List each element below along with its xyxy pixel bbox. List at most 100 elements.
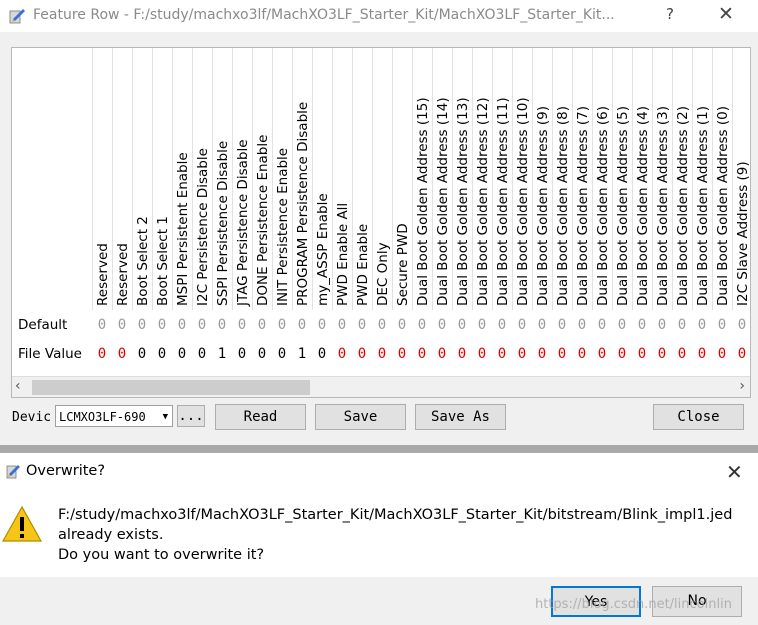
- save-as-button[interactable]: Save As: [415, 404, 506, 430]
- file-value-cell[interactable]: 0: [592, 346, 612, 362]
- file-value-cell[interactable]: 0: [252, 346, 272, 362]
- file-value-cell[interactable]: 0: [132, 346, 152, 362]
- column-header-label: Dual Boot Golden Address (11): [495, 97, 511, 306]
- app-icon: [9, 9, 25, 24]
- window-divider: [0, 445, 758, 453]
- file-value-cell[interactable]: 0: [632, 346, 652, 362]
- column-header-label: INIT Persistence Enable: [275, 147, 291, 306]
- default-cell: 0: [197, 317, 207, 333]
- column-header: Boot Select 2: [132, 48, 152, 310]
- column-header-label: Reserved: [115, 243, 131, 306]
- scroll-right-icon[interactable]: ›: [739, 378, 745, 394]
- file-value-cell[interactable]: 0: [652, 346, 672, 362]
- file-value-cell[interactable]: 0: [572, 346, 592, 362]
- file-value-cell[interactable]: 1: [212, 346, 232, 362]
- column-header-label: I2C Slave Address (9): [735, 161, 751, 306]
- column-header-label: Reserved: [95, 243, 111, 306]
- column-header: Dual Boot Golden Address (15): [412, 48, 432, 310]
- column-header-label: PWD Enable: [355, 223, 371, 306]
- dialog-message-path: F:/study/machxo3lf/MachXO3LF_Starter_Kit…: [58, 507, 733, 523]
- default-cell: 0: [377, 317, 387, 333]
- column-header-label: Boot Select 2: [135, 216, 151, 306]
- file-value-cell[interactable]: 0: [432, 346, 452, 362]
- file-value-cell[interactable]: 0: [532, 346, 552, 362]
- file-value-cell[interactable]: 0: [412, 346, 432, 362]
- read-button[interactable]: Read: [215, 404, 306, 430]
- save-button[interactable]: Save: [315, 404, 406, 430]
- file-value-cell[interactable]: 0: [172, 346, 192, 362]
- close-window-button[interactable]: ✕: [718, 3, 734, 25]
- column-header-label: Dual Boot Golden Address (0): [715, 105, 731, 306]
- file-value-cell[interactable]: 0: [552, 346, 572, 362]
- close-button[interactable]: Close: [653, 404, 744, 430]
- column-header: Reserved: [92, 48, 112, 310]
- file-value-cell[interactable]: 0: [372, 346, 392, 362]
- file-value-cell[interactable]: 1: [292, 346, 312, 362]
- file-value-cell[interactable]: 0: [352, 346, 372, 362]
- column-header-label: Dual Boot Golden Address (5): [615, 105, 631, 306]
- file-value-cell[interactable]: 0: [312, 346, 332, 362]
- overwrite-dialog: Overwrite? ✕ F:/study/machxo3lf/MachXO3L…: [0, 453, 758, 625]
- file-value-cell[interactable]: 0: [392, 346, 412, 362]
- file-value-cell[interactable]: 0: [692, 346, 712, 362]
- default-cell: 0: [137, 317, 147, 333]
- file-value-cell[interactable]: 0: [112, 346, 132, 362]
- file-value-cell[interactable]: 0: [512, 346, 532, 362]
- browse-button[interactable]: ...: [177, 405, 205, 427]
- default-cell: 0: [677, 317, 687, 333]
- help-button[interactable]: ?: [666, 5, 674, 23]
- feature-grid[interactable]: Reserved Reserved Boot Select 2 Boot Select…: [11, 47, 751, 398]
- column-header: Dual Boot Golden Address (9): [532, 48, 552, 310]
- default-cell: 0: [437, 317, 447, 333]
- file-value-cell[interactable]: 0: [612, 346, 632, 362]
- default-cell: 0: [457, 317, 467, 333]
- column-header: Dual Boot Golden Address (7): [572, 48, 592, 310]
- default-cell: 0: [257, 317, 267, 333]
- default-cell: 0: [637, 317, 647, 333]
- column-header-label: Dual Boot Golden Address (13): [455, 97, 471, 306]
- column-header-label: PWD Enable All: [335, 202, 351, 306]
- default-cell: 0: [617, 317, 627, 333]
- column-header-label: Dual Boot Golden Address (14): [435, 97, 451, 306]
- column-header: my_ASSP Enable: [312, 48, 332, 310]
- column-header-label: Boot Select 1: [155, 216, 171, 306]
- dialog-close-button[interactable]: ✕: [726, 460, 743, 484]
- default-cell: 0: [237, 317, 247, 333]
- column-header-label: Dual Boot Golden Address (8): [555, 105, 571, 306]
- scroll-left-icon[interactable]: ‹: [15, 378, 21, 394]
- file-value-cell[interactable]: 0: [232, 346, 252, 362]
- chevron-down-icon: ▼: [162, 412, 168, 422]
- column-header-label: SSPI Persistence Disable: [215, 140, 231, 306]
- file-value-cell[interactable]: 0: [332, 346, 352, 362]
- file-value-cell[interactable]: 0: [492, 346, 512, 362]
- file-value-cell[interactable]: 0: [472, 346, 492, 362]
- file-value-cell[interactable]: 0: [152, 346, 172, 362]
- column-header: SSPI Persistence Disable: [212, 48, 232, 310]
- column-header: PROGRAM Persistence Disable: [292, 48, 312, 310]
- file-value-cell[interactable]: 0: [732, 346, 750, 362]
- file-value-cell[interactable]: 0: [272, 346, 292, 362]
- column-header-label: Dual Boot Golden Address (9): [535, 105, 551, 306]
- column-header: Dual Boot Golden Address (2): [672, 48, 692, 310]
- bottom-toolbar: Devic LCMXO3LF-690 ▼ ... Read Save Save …: [0, 400, 758, 435]
- file-value-cell[interactable]: 0: [712, 346, 732, 362]
- column-header: Dual Boot Golden Address (1): [692, 48, 712, 310]
- feature-row-window: Feature Row - F:/study/machxo3lf/MachXO3…: [0, 0, 758, 445]
- default-cell: 0: [597, 317, 607, 333]
- file-value-cell[interactable]: 0: [92, 346, 112, 362]
- file-value-cell[interactable]: 0: [192, 346, 212, 362]
- file-value-cell[interactable]: 0: [452, 346, 472, 362]
- column-header: I2C Slave Address (9): [732, 48, 751, 310]
- dialog-message-question: Do you want to overwrite it?: [58, 547, 265, 563]
- column-header-label: JTAG Persistence Disable: [235, 139, 251, 306]
- file-value-cell[interactable]: 0: [672, 346, 692, 362]
- default-cell: 0: [177, 317, 187, 333]
- device-select[interactable]: LCMXO3LF-690 ▼: [55, 405, 173, 427]
- column-header: DONE Persistence Enable: [252, 48, 272, 310]
- column-header-label: Secure PWD: [395, 223, 411, 306]
- scroll-thumb[interactable]: [32, 380, 310, 395]
- column-header-label: Dual Boot Golden Address (10): [515, 97, 531, 306]
- horizontal-scrollbar[interactable]: ‹ ›: [12, 376, 750, 397]
- default-cell: 0: [217, 317, 227, 333]
- column-header: JTAG Persistence Disable: [232, 48, 252, 310]
